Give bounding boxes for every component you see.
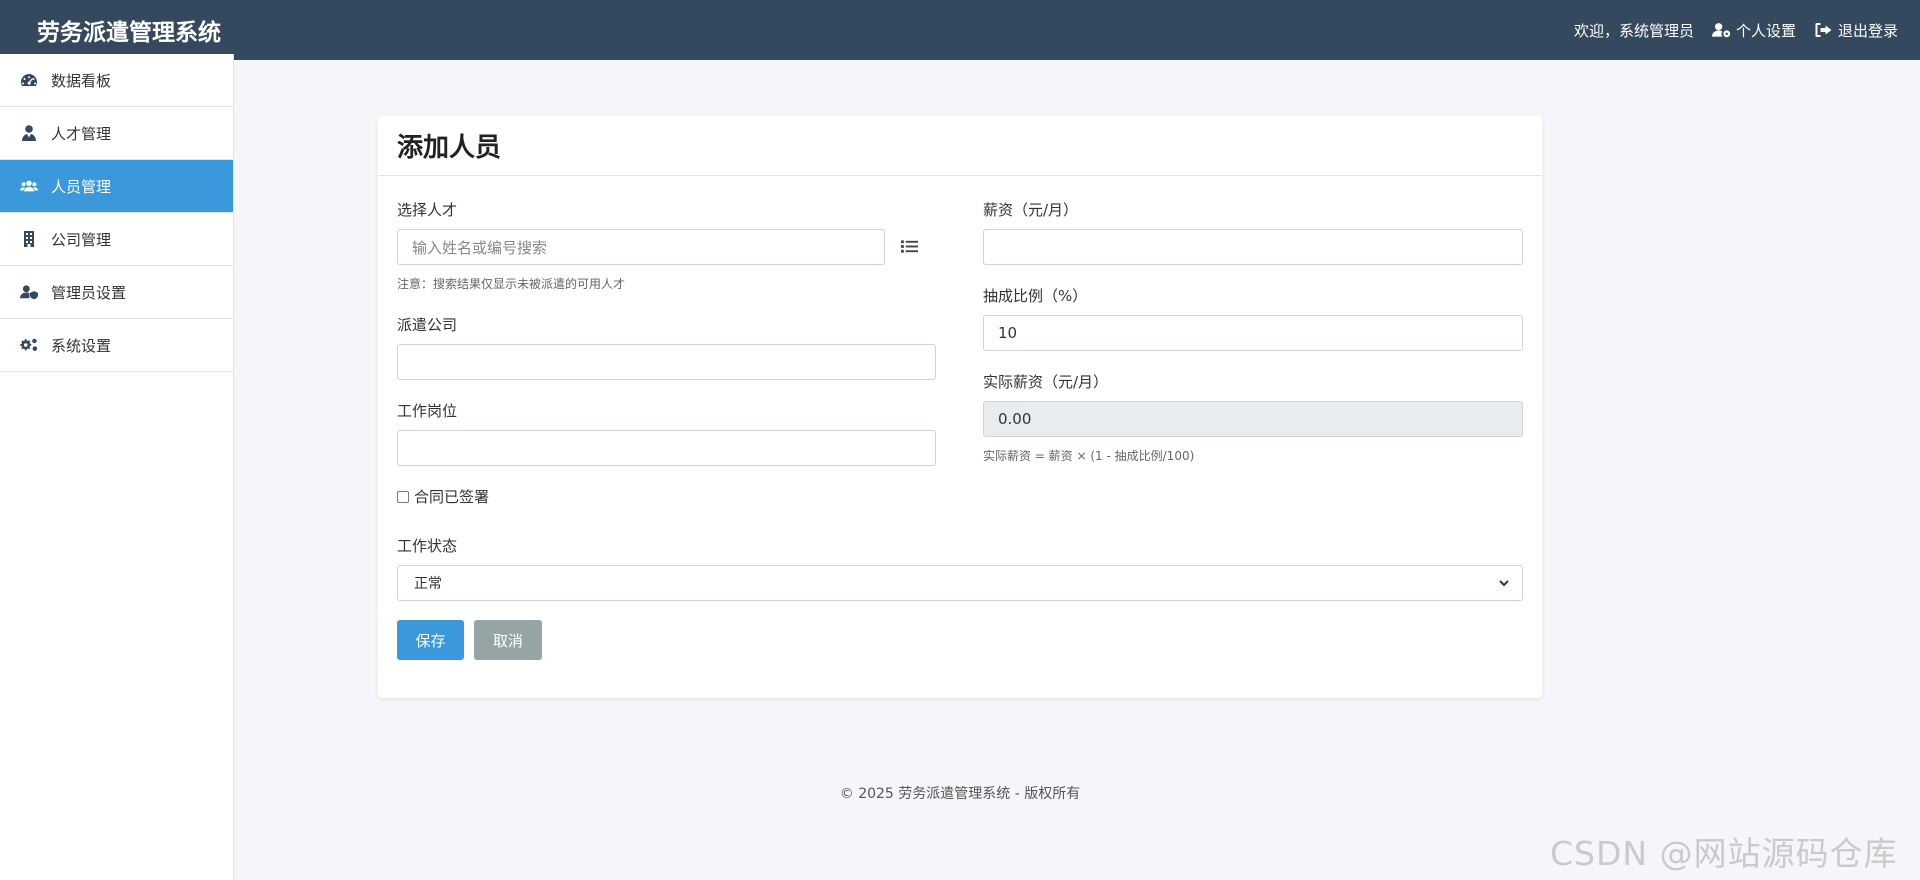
- profile-settings-link[interactable]: 个人设置: [1711, 20, 1796, 41]
- actual-salary-input: 0.00: [983, 401, 1523, 437]
- status-select[interactable]: 正常: [397, 565, 1523, 601]
- company-label: 派遣公司: [397, 316, 458, 334]
- contract-signed-row: 合同已签署: [397, 486, 489, 507]
- footer-copyright: © 2025 劳务派遣管理系统 - 版权所有: [839, 786, 1081, 802]
- sidebar-item-company[interactable]: 公司管理: [0, 213, 233, 266]
- brand-title[interactable]: 劳务派遣管理系统: [0, 13, 221, 47]
- logout-link[interactable]: 退出登录: [1814, 20, 1898, 41]
- contract-signed-checkbox[interactable]: [397, 490, 409, 503]
- sidebar: 数据看板 人才管理 人员管理 公司管理 管理员设置 系统设置: [0, 54, 234, 880]
- status-selected-value: 正常: [414, 576, 442, 592]
- topbar-actions: 欢迎，系统管理员 个人设置 退出登录: [1574, 20, 1920, 41]
- company-input[interactable]: [397, 344, 936, 380]
- welcome-text: 欢迎，系统管理员: [1573, 21, 1694, 40]
- sidebar-item-personnel[interactable]: 人员管理: [0, 160, 233, 213]
- talent-field: 选择人才 输入姓名或编号搜索 注意：搜索结果仅显示未被派遣的可用人才: [397, 199, 885, 292]
- sidebar-item-system[interactable]: 系统设置: [0, 319, 233, 372]
- user-cog-icon: [1711, 23, 1731, 38]
- sidebar-item-dashboard[interactable]: 数据看板: [0, 54, 233, 107]
- actual-salary-formula: 实际薪资 = 薪资 × (1 - 抽成比例/100): [983, 449, 1195, 463]
- dashboard-icon: [19, 71, 39, 89]
- watermark: CSDN @网站源码仓库: [1550, 834, 1898, 873]
- cancel-button[interactable]: 取消: [474, 620, 542, 660]
- actual-salary-field: 实际薪资（元/月） 0.00 实际薪资 = 薪资 × (1 - 抽成比例/100…: [983, 371, 1523, 464]
- cogs-icon: [19, 336, 39, 354]
- status-field: 工作状态 正常: [397, 535, 1523, 601]
- users-icon: [19, 177, 39, 195]
- save-button[interactable]: 保存: [397, 620, 464, 660]
- sidebar-item-label: 人才管理: [51, 124, 112, 143]
- profile-settings-label: 个人设置: [1735, 21, 1796, 40]
- top-navbar: 劳务派遣管理系统 欢迎，系统管理员 个人设置 退出登录: [0, 0, 1920, 60]
- salary-field: 薪资（元/月）: [983, 199, 1523, 265]
- salary-input[interactable]: [983, 229, 1523, 265]
- commission-label: 抽成比例（%）: [983, 287, 1088, 305]
- talent-label: 选择人才: [397, 201, 458, 219]
- contract-signed-label[interactable]: 合同已签署: [414, 486, 489, 507]
- talent-list-button[interactable]: [896, 233, 922, 259]
- page-title: 添加人员: [397, 133, 502, 163]
- card-header: 添加人员: [378, 116, 1542, 176]
- salary-label: 薪资（元/月）: [983, 201, 1079, 219]
- status-label: 工作状态: [397, 537, 458, 555]
- sidebar-item-label: 公司管理: [51, 230, 112, 249]
- sidebar-item-admin[interactable]: 管理员设置: [0, 266, 233, 319]
- talent-search-input[interactable]: 输入姓名或编号搜索: [397, 229, 885, 265]
- sidebar-item-label: 系统设置: [51, 336, 112, 355]
- user-shield-icon: [19, 283, 39, 301]
- logout-label: 退出登录: [1837, 21, 1898, 40]
- position-label: 工作岗位: [397, 402, 458, 420]
- list-icon: [900, 239, 918, 253]
- user-tie-icon: [19, 124, 39, 142]
- position-input[interactable]: [397, 430, 936, 466]
- sidebar-item-label: 管理员设置: [51, 283, 127, 302]
- commission-field: 抽成比例（%） 10: [983, 285, 1523, 351]
- sidebar-item-talent[interactable]: 人才管理: [0, 107, 233, 160]
- building-icon: [19, 230, 39, 248]
- sidebar-item-label: 人员管理: [51, 177, 112, 196]
- position-field: 工作岗位: [397, 400, 936, 466]
- commission-input[interactable]: 10: [983, 315, 1523, 351]
- sign-out-icon: [1815, 23, 1832, 37]
- chevron-down-icon: [1499, 580, 1509, 587]
- sidebar-item-label: 数据看板: [51, 71, 112, 90]
- add-personnel-card: 添加人员 选择人才 输入姓名或编号搜索 注意：搜索结果仅显示未被派遣的可用人才 …: [378, 116, 1542, 698]
- actual-salary-label: 实际薪资（元/月）: [983, 373, 1109, 391]
- talent-hint: 注意：搜索结果仅显示未被派遣的可用人才: [397, 277, 626, 291]
- company-field: 派遣公司: [397, 314, 936, 380]
